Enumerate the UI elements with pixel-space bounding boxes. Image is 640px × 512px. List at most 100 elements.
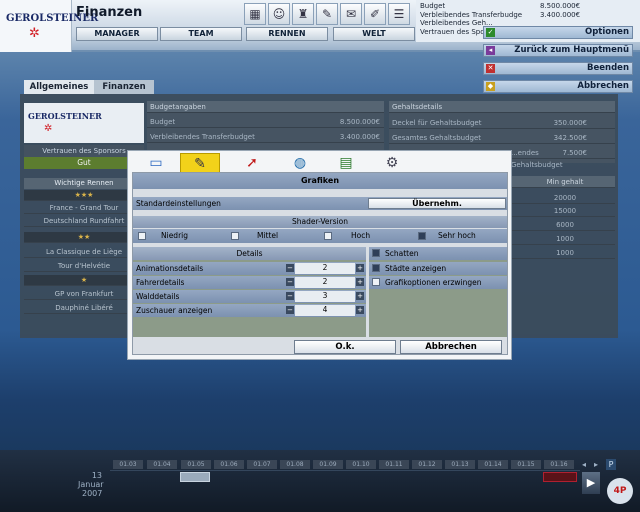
detail-row-forest: Walddetails − 3 + xyxy=(133,290,366,303)
timeline-week[interactable]: 01.15 xyxy=(511,460,541,469)
quit-button[interactable]: ✕ Beenden xyxy=(483,62,633,75)
globe-icon[interactable]: ◍ xyxy=(280,153,320,174)
nav-manager-button[interactable]: MANAGER xyxy=(76,27,158,41)
increase-button[interactable]: + xyxy=(356,292,364,300)
shader-niedrig-label: Niedrig xyxy=(161,231,188,240)
sponsor-trust-label: Vertrauen des Sponsors xyxy=(24,145,144,157)
table-cell: 6000 xyxy=(512,219,615,231)
timeline-week[interactable]: 01.08 xyxy=(280,460,310,469)
monitor-icon[interactable]: ▭ xyxy=(136,153,176,174)
nav-team-button[interactable]: TEAM xyxy=(160,27,242,41)
shader-hoch-radio[interactable] xyxy=(324,232,332,240)
timeline-week[interactable]: 01.14 xyxy=(478,460,508,469)
play-icon[interactable]: ▶ xyxy=(582,472,600,494)
timeline-week[interactable]: 01.07 xyxy=(247,460,277,469)
salary-row-label: Gesamtes Gehaltsbudget xyxy=(389,132,529,144)
options-section: Schatten Städte anzeigen Grafikoptionen … xyxy=(369,247,507,337)
min-salary-header: Min gehalt xyxy=(512,176,615,188)
shader-version-title: Shader-Version xyxy=(133,216,507,228)
pause-icon[interactable]: P xyxy=(606,459,616,470)
towns-label: Städte anzeigen xyxy=(385,264,447,273)
timeline-week[interactable]: 01.10 xyxy=(346,460,376,469)
shader-hoch-label: Hoch xyxy=(351,231,371,240)
notes-icon[interactable]: ✐ xyxy=(364,3,386,25)
tab-allgemeines[interactable]: Allgemeines xyxy=(24,80,94,94)
main-menu-button[interactable]: ◂ Zurück zum Hauptmenü xyxy=(483,44,633,57)
date-year: 2007 xyxy=(82,489,103,498)
contract-icon[interactable]: ✎ xyxy=(316,3,338,25)
shadows-checkbox[interactable] xyxy=(372,249,380,257)
increase-button[interactable]: + xyxy=(356,278,364,286)
timeline-next-icon[interactable]: ▸ xyxy=(594,460,603,470)
shader-niedrig-radio[interactable] xyxy=(138,232,146,240)
budget-label: Budget xyxy=(420,2,446,10)
watermark-logo-icon: 4P xyxy=(607,478,633,504)
shader-mittel-radio[interactable] xyxy=(231,232,239,240)
timeline-race-marker[interactable] xyxy=(543,472,577,482)
timeline-prev-icon[interactable]: ◂ xyxy=(582,460,591,470)
decrease-button[interactable]: − xyxy=(286,264,294,272)
increase-button[interactable]: + xyxy=(356,306,364,314)
group-icon[interactable]: ♜ xyxy=(292,3,314,25)
timeline-week[interactable]: 01.12 xyxy=(412,460,442,469)
timeline-week[interactable]: 01.04 xyxy=(147,460,177,469)
salary-budget-label: Verbleibendes Geh... xyxy=(420,19,493,27)
nav-rennen-button[interactable]: RENNEN xyxy=(246,27,328,41)
cancel-button[interactable]: Abbrechen xyxy=(400,340,502,354)
salary-row-value: 342.500€ xyxy=(529,132,615,144)
nav-welt-button[interactable]: WELT xyxy=(333,27,415,41)
detail-value: 4 xyxy=(295,305,355,316)
rider-icon[interactable]: ☺ xyxy=(268,3,290,25)
bike-icon[interactable]: ⚙ xyxy=(372,153,412,174)
timeline-week[interactable]: 01.06 xyxy=(214,460,244,469)
timeline-week[interactable]: 01.09 xyxy=(313,460,343,469)
transfer-row-label: Verbleibendes Transferbudget xyxy=(147,131,287,143)
sponsor-logo: GEROLSTEINER ✲ xyxy=(24,103,144,143)
shader-mittel-label: Mittel xyxy=(257,231,279,240)
towns-checkbox[interactable] xyxy=(372,264,380,272)
force-graphics-option[interactable]: Grafikoptionen erzwingen xyxy=(369,276,507,289)
decrease-button[interactable]: − xyxy=(286,306,294,314)
shadows-label: Schatten xyxy=(385,249,419,258)
detail-label: Walddetails xyxy=(136,292,180,301)
paint-icon[interactable]: ✎ xyxy=(180,153,220,174)
shader-options: Niedrig Mittel Hoch Sehr hoch xyxy=(133,229,507,243)
salary-details-title: Gehaltsdetails xyxy=(389,101,615,113)
force-graphics-checkbox[interactable] xyxy=(372,278,380,286)
shadows-option[interactable]: Schatten xyxy=(369,247,507,260)
min-salary-column: Min gehalt 20000 15000 6000 1000 1000 xyxy=(512,176,615,266)
money-icon[interactable]: ▤ xyxy=(326,153,366,174)
timeline-current-marker[interactable] xyxy=(180,472,210,482)
salary-row-value: 7.500€ xyxy=(529,147,615,159)
timeline-track xyxy=(110,470,580,471)
mail-icon[interactable]: ✉ xyxy=(340,3,362,25)
timeline-week[interactable]: 01.11 xyxy=(379,460,409,469)
towns-option[interactable]: Städte anzeigen xyxy=(369,262,507,275)
decrease-button[interactable]: − xyxy=(286,292,294,300)
timeline-week[interactable]: 01.03 xyxy=(113,460,143,469)
mouse-icon[interactable]: ➚ xyxy=(232,153,272,174)
calendar-icon[interactable]: ▦ xyxy=(244,3,266,25)
increase-button[interactable]: + xyxy=(356,264,364,272)
transfer-row-value: 3.400.000€ xyxy=(287,131,384,143)
budget-details: Budgetangaben Budget 8.500.000€ Verbleib… xyxy=(147,101,384,151)
tab-finanzen[interactable]: Finanzen xyxy=(94,80,154,94)
decrease-button[interactable]: − xyxy=(286,278,294,286)
important-races-header: Wichtige Rennen xyxy=(24,178,144,189)
abort-button[interactable]: ◆ Abbrechen xyxy=(483,80,633,93)
list-item: ★★ xyxy=(24,232,144,243)
timeline-week[interactable]: 01.16 xyxy=(544,460,574,469)
timeline-week[interactable]: 01.13 xyxy=(445,460,475,469)
shader-sehr-hoch-radio[interactable] xyxy=(418,232,426,240)
timeline-week[interactable]: 01.05 xyxy=(181,460,211,469)
page-title: Finanzen xyxy=(76,5,143,20)
date-month: Januar xyxy=(78,480,104,489)
detail-row-animation: Animationsdetails − 2 + xyxy=(133,262,366,275)
options-button[interactable]: ✓ Optionen xyxy=(483,26,633,39)
budget-details-title: Budgetangaben xyxy=(147,101,384,113)
detail-value: 2 xyxy=(295,263,355,274)
transfer-budget-value: 3.400.000€ xyxy=(540,10,581,19)
ok-button[interactable]: O.k. xyxy=(294,340,396,354)
news-icon[interactable]: ☰ xyxy=(388,3,410,25)
apply-button[interactable]: Übernehm. xyxy=(368,198,506,209)
